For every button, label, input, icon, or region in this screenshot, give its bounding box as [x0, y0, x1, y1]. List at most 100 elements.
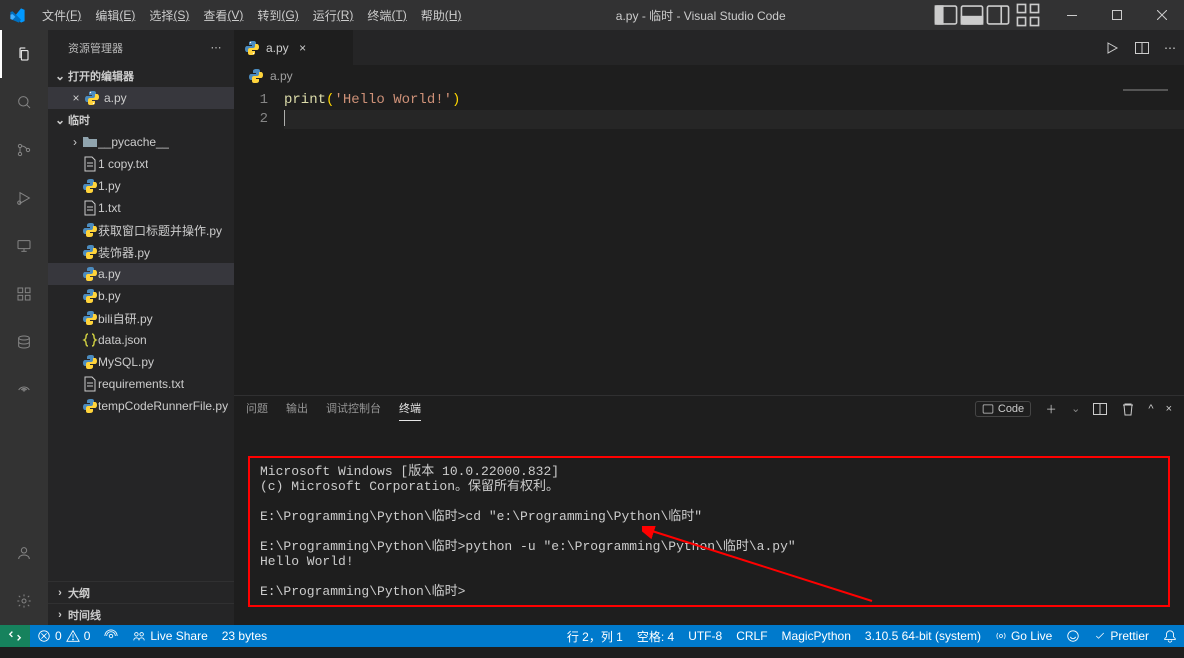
terminal-profile-label: Code	[998, 403, 1024, 415]
toggle-panel-icon[interactable]	[959, 0, 985, 30]
problems-status[interactable]: 0 0	[30, 625, 97, 647]
liveshare-status[interactable]: Live Share	[125, 625, 214, 647]
close-tab-icon[interactable]: ×	[295, 41, 311, 55]
file-tree-item[interactable]: ›__pycache__	[48, 131, 234, 153]
editor-actions: ⋯	[1104, 30, 1184, 65]
port-forward-status[interactable]	[97, 625, 125, 647]
terminal-profile-badge[interactable]: Code	[975, 401, 1031, 417]
layout-controls	[933, 0, 1041, 30]
project-manager-icon[interactable]	[0, 366, 48, 414]
file-tree-item[interactable]: 装饰器.py	[48, 241, 234, 263]
file-label: 1 copy.txt	[98, 157, 148, 171]
timeline-section[interactable]: › 时间线	[48, 603, 234, 625]
panel-actions: Code ＋ ⌄ ^ ×	[975, 401, 1172, 417]
explorer-icon[interactable]	[0, 30, 48, 78]
panel-tab[interactable]: 调试控制台	[326, 396, 381, 421]
menu-item[interactable]: 运行(R)	[306, 0, 361, 30]
menu-item[interactable]: 帮助(H)	[414, 0, 469, 30]
file-label: 获取窗口标题并操作.py	[98, 222, 222, 239]
new-terminal-icon[interactable]: ＋	[1043, 401, 1059, 417]
file-label: b.py	[98, 289, 121, 303]
workspace-section[interactable]: ⌄ 临时	[48, 109, 234, 131]
file-label: data.json	[98, 333, 147, 347]
terminal[interactable]: Microsoft Windows [版本 10.0.22000.832](c)…	[234, 421, 1184, 658]
panel-tab[interactable]: 问题	[246, 396, 268, 421]
file-label: requirements.txt	[98, 377, 184, 391]
split-editor-icon[interactable]	[1134, 40, 1150, 56]
panel-tab[interactable]: 终端	[399, 396, 421, 421]
file-tree-item[interactable]: b.py	[48, 285, 234, 307]
editor-tab[interactable]: a.py ×	[234, 30, 354, 65]
file-tree-item[interactable]: requirements.txt	[48, 373, 234, 395]
vertical-scrollbar[interactable]	[1170, 87, 1184, 395]
breadcrumb[interactable]: a.py	[234, 65, 1184, 87]
database-icon[interactable]	[0, 318, 48, 366]
more-actions-icon[interactable]: ⋯	[208, 40, 224, 56]
code-line: print('Hello World!')	[284, 91, 1184, 110]
source-control-icon[interactable]	[0, 126, 48, 174]
panel-tab[interactable]: 输出	[286, 396, 308, 421]
remote-explorer-icon[interactable]	[0, 222, 48, 270]
file-tree-item[interactable]: a.py	[48, 263, 234, 285]
file-tree-item[interactable]: tempCodeRunnerFile.py	[48, 395, 234, 417]
terminal-line	[260, 569, 1158, 584]
remote-indicator[interactable]	[0, 625, 30, 647]
open-editors-section[interactable]: ⌄ 打开的编辑器	[48, 65, 234, 87]
kill-terminal-icon[interactable]	[1120, 401, 1136, 417]
file-tree-item[interactable]: 1.py	[48, 175, 234, 197]
terminal-line	[260, 494, 1158, 509]
menu-item[interactable]: 终端(T)	[360, 0, 413, 30]
run-debug-icon[interactable]	[0, 174, 48, 222]
panel: 问题输出调试控制台终端 Code ＋ ⌄ ^ × Microsoft Windo…	[234, 395, 1184, 625]
minimize-button[interactable]	[1049, 0, 1094, 30]
toggle-secondary-sidebar-icon[interactable]	[985, 0, 1011, 30]
file-tree-item[interactable]: MySQL.py	[48, 351, 234, 373]
more-actions-icon[interactable]: ⋯	[1164, 41, 1176, 55]
file-tree-item[interactable]: 1.txt	[48, 197, 234, 219]
tab-label: a.py	[266, 41, 289, 55]
chevron-down-icon: ⌄	[52, 113, 68, 127]
terminal-line: Hello World!	[260, 554, 1158, 569]
menu-item[interactable]: 选择(S)	[142, 0, 196, 30]
accounts-icon[interactable]	[0, 529, 48, 577]
open-editor-item[interactable]: × a.py	[48, 87, 234, 109]
menu-item[interactable]: 文件(F)	[35, 0, 88, 30]
close-window-button[interactable]	[1139, 0, 1184, 30]
menu-bar: 文件(F)编辑(E)选择(S)查看(V)转到(G)运行(R)终端(T)帮助(H)	[35, 0, 468, 30]
settings-gear-icon[interactable]	[0, 577, 48, 625]
menu-item[interactable]: 编辑(E)	[88, 0, 142, 30]
close-editor-icon[interactable]: ×	[68, 91, 84, 105]
terminal-line: E:\Programming\Python\临时>	[260, 584, 1158, 599]
maximize-panel-icon[interactable]: ^	[1148, 403, 1153, 415]
editor-code[interactable]: print('Hello World!')	[284, 87, 1184, 395]
window-title: a.py - 临时 - Visual Studio Code	[468, 7, 933, 24]
text-editor[interactable]: 12 print('Hello World!')	[234, 87, 1184, 395]
dropdown-icon[interactable]: ⌄	[1071, 402, 1080, 415]
search-icon[interactable]	[0, 78, 48, 126]
split-terminal-icon[interactable]	[1092, 401, 1108, 417]
panel-tabs: 问题输出调试控制台终端 Code ＋ ⌄ ^ ×	[234, 396, 1184, 421]
file-label: 1.txt	[98, 201, 121, 215]
file-tree-item[interactable]: bili自研.py	[48, 307, 234, 329]
outline-section[interactable]: › 大纲	[48, 581, 234, 603]
minimap[interactable]	[1110, 87, 1170, 395]
file-tree: ›__pycache__ 1 copy.txt 1.py 1.txt 获取窗口标题并操作…	[48, 131, 234, 581]
menu-item[interactable]: 查看(V)	[196, 0, 250, 30]
extensions-icon[interactable]	[0, 270, 48, 318]
outline-label: 大纲	[68, 585, 90, 601]
file-tree-item[interactable]: 1 copy.txt	[48, 153, 234, 175]
sidebar-title: 资源管理器	[68, 40, 123, 56]
terminal-line: E:\Programming\Python\临时>cd "e:\Programm…	[260, 509, 1158, 524]
open-editors-label: 打开的编辑器	[68, 68, 134, 84]
chevron-down-icon: ⌄	[52, 69, 68, 83]
toggle-primary-sidebar-icon[interactable]	[933, 0, 959, 30]
close-panel-icon[interactable]: ×	[1166, 403, 1172, 415]
menu-item[interactable]: 转到(G)	[250, 0, 305, 30]
file-tree-item[interactable]: 获取窗口标题并操作.py	[48, 219, 234, 241]
run-icon[interactable]	[1104, 40, 1120, 56]
file-label: 装饰器.py	[98, 244, 150, 261]
maximize-button[interactable]	[1094, 0, 1139, 30]
customize-layout-icon[interactable]	[1015, 0, 1041, 30]
python-file-icon	[244, 40, 260, 56]
file-tree-item[interactable]: data.json	[48, 329, 234, 351]
